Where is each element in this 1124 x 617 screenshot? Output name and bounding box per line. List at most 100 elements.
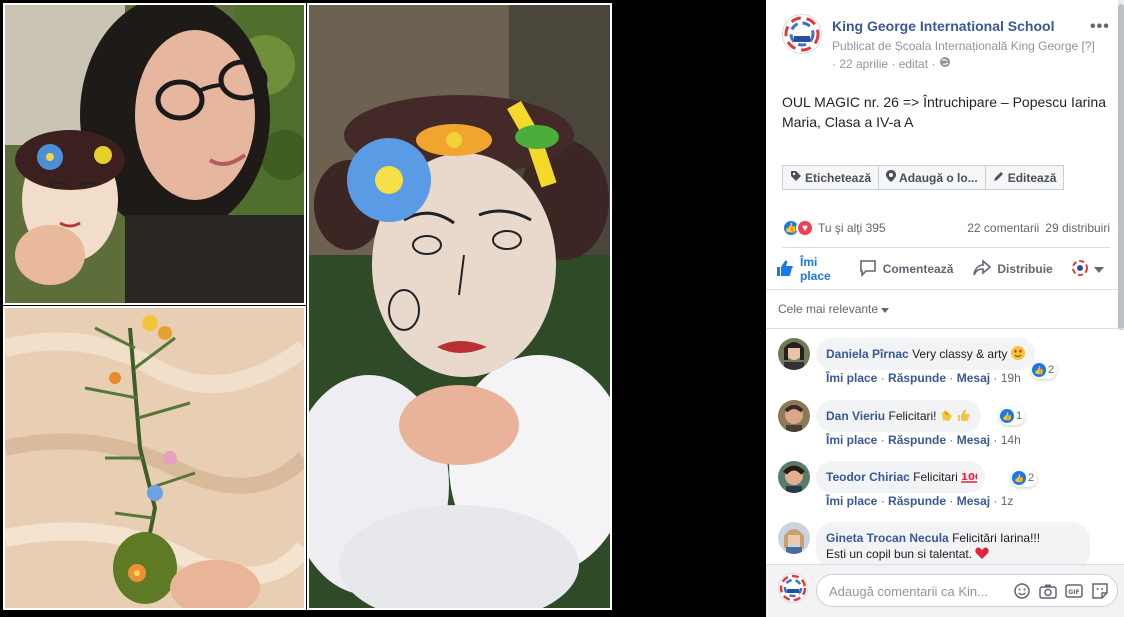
like-label-2: place	[800, 269, 831, 283]
comment-button[interactable]: Comentează	[859, 259, 954, 280]
globe-icon[interactable]	[939, 56, 951, 71]
thumbs-up-emoji-icon	[957, 408, 971, 422]
emoji-icon[interactable]	[1013, 582, 1031, 605]
pencil-icon	[993, 170, 1005, 185]
comment-label: Comentează	[882, 262, 954, 276]
post-action-bar: Etichetează Adaugă o lo... Editează	[782, 165, 1065, 190]
comment-time[interactable]: 14h	[1001, 433, 1021, 447]
commenter-name[interactable]: Dan Vieriu	[826, 409, 885, 423]
reaction-count[interactable]: Tu şi alţi 395	[818, 221, 886, 235]
photo-viewer	[0, 0, 766, 617]
commenter-avatar[interactable]	[778, 461, 810, 493]
comment-sort-selector[interactable]: Cele mai relevante	[778, 302, 890, 316]
published-by: Publicat de Școala Internațională King G…	[832, 39, 1095, 53]
location-label: Adaugă o lo...	[899, 170, 978, 185]
comment-message-link[interactable]: Mesaj	[957, 433, 990, 447]
scrollbar-thumb[interactable]	[1118, 4, 1124, 330]
love-reaction-icon[interactable]: ♥	[796, 219, 814, 237]
page-avatar[interactable]	[782, 14, 822, 54]
comment-message-link[interactable]: Mesaj	[957, 371, 990, 385]
comment-text: Felicitari!	[888, 409, 937, 423]
red-heart-emoji-icon	[975, 546, 990, 560]
photo-girl-with-egg[interactable]	[3, 3, 306, 305]
chevron-down-icon	[1094, 262, 1104, 276]
comment-placeholder: Adaugă comentarii ca Kin...	[829, 584, 988, 599]
comment-bubble: Daniela Pîrnac Very classy & arty	[816, 338, 1035, 370]
comment-reply-link[interactable]: Răspunde	[888, 433, 946, 447]
post-buttons: Îmi place Comentează Distribuie	[776, 253, 1114, 285]
comment-reply-link[interactable]: Răspunde	[888, 494, 946, 508]
published-by-text[interactable]: Publicat de Școala Internațională King G…	[832, 39, 1078, 53]
heart-eyes-emoji-icon	[1010, 346, 1025, 360]
post-text: OUL MAGIC nr. 26 => Întruchipare – Popes…	[782, 94, 1106, 130]
comment-like-link[interactable]: Îmi place	[826, 494, 877, 508]
comment-bubble-icon	[859, 259, 877, 280]
comment-message-link[interactable]: Mesaj	[957, 494, 990, 508]
commenter-name[interactable]: Gineta Trocan Necula	[826, 531, 949, 545]
comment-time[interactable]: 1z	[1001, 494, 1014, 508]
comment-text: Felicitari	[913, 470, 958, 484]
location-pin-icon	[886, 170, 897, 185]
comment-bubble: Dan Vieriu Felicitari!	[816, 400, 982, 432]
comment-text: Very classy & arty	[912, 347, 1008, 361]
edit-button[interactable]: Editează	[984, 165, 1065, 190]
tag-icon	[790, 170, 802, 185]
commenter-avatar[interactable]	[778, 400, 810, 432]
identity-selector[interactable]	[1072, 259, 1104, 279]
reaction-number: 2	[1028, 472, 1035, 484]
like-mini-icon: 👍	[1032, 363, 1046, 377]
comment-actions: Îmi place · Răspunde · Mesaj · 1z	[826, 494, 1014, 508]
comment-reaction-count[interactable]: 👍 1	[999, 407, 1026, 425]
tag-button[interactable]: Etichetează	[782, 165, 880, 190]
comment-actions: Îmi place · Răspunde · Mesaj · 19h	[826, 371, 1021, 385]
photo-branch-on-fur[interactable]	[3, 306, 306, 610]
gif-icon[interactable]: GIF	[1065, 582, 1083, 605]
commenter-name[interactable]: Teodor Chiriac	[826, 470, 910, 484]
page-identity-icon	[1072, 259, 1088, 279]
divider	[782, 247, 1110, 248]
share-label: Distribuie	[997, 262, 1053, 276]
like-mini-icon: 👍	[1000, 409, 1014, 423]
comment-text-line2: Esti un copil bun si talentat.	[826, 547, 973, 561]
comment-composer: Adaugă comentarii ca Kin... GIF	[766, 564, 1124, 617]
comment-like-link[interactable]: Îmi place	[826, 433, 877, 447]
help-mark[interactable]: [?]	[1082, 39, 1095, 53]
divider	[766, 289, 1118, 290]
share-button[interactable]: Distribuie	[973, 258, 1053, 280]
reactions-summary: 👍 ♥ Tu şi alţi 395 22 comentarii 29 dist…	[782, 217, 1110, 239]
share-count[interactable]: 29 distribuiri	[1045, 221, 1110, 235]
composer-page-avatar[interactable]	[778, 573, 808, 603]
post-panel: King George International School ••• Pub…	[766, 0, 1124, 617]
like-label-1: Îmi	[800, 255, 818, 269]
clapping-hands-emoji-icon	[940, 408, 954, 422]
page-name-link[interactable]: King George International School	[832, 18, 1054, 34]
comment-time[interactable]: 19h	[1001, 371, 1021, 385]
like-button[interactable]: Îmi place	[776, 255, 831, 283]
share-arrow-icon	[973, 258, 992, 280]
post-meta: · 22 aprilie · editat ·	[832, 56, 951, 71]
post-date[interactable]: · 22 aprilie · editat ·	[832, 57, 935, 71]
commenter-avatar[interactable]	[778, 338, 810, 370]
photo-egg-closeup[interactable]	[307, 3, 612, 610]
thumbs-up-icon	[776, 259, 794, 280]
comment-reaction-count[interactable]: 👍 2	[1031, 361, 1058, 379]
divider	[766, 328, 1124, 329]
like-mini-icon: 👍	[1012, 471, 1026, 485]
camera-icon[interactable]	[1039, 582, 1057, 605]
commenter-name[interactable]: Daniela Pîrnac	[826, 347, 909, 361]
comment-count[interactable]: 22 comentarii	[967, 221, 1039, 235]
comment-input[interactable]: Adaugă comentarii ca Kin... GIF	[816, 574, 1118, 607]
add-location-button[interactable]: Adaugă o lo...	[878, 165, 986, 190]
comment-like-link[interactable]: Îmi place	[826, 371, 877, 385]
comment-actions: Îmi place · Răspunde · Mesaj · 14h	[826, 433, 1021, 447]
reaction-number: 1	[1016, 410, 1023, 422]
comment-reply-link[interactable]: Răspunde	[888, 371, 946, 385]
comment-reaction-count[interactable]: 👍 2	[1011, 469, 1038, 487]
hundred-points-emoji-icon: 100	[961, 469, 982, 483]
more-options-icon[interactable]: •••	[1090, 18, 1110, 36]
comment-bubble: Teodor Chiriac Felicitari 100	[816, 461, 986, 493]
caret-down-icon	[881, 302, 890, 316]
sticker-icon[interactable]	[1091, 582, 1109, 605]
commenter-avatar[interactable]	[778, 522, 810, 554]
comment-bubble: Gineta Trocan Necula Felicitări Iarina!!…	[816, 522, 1090, 570]
